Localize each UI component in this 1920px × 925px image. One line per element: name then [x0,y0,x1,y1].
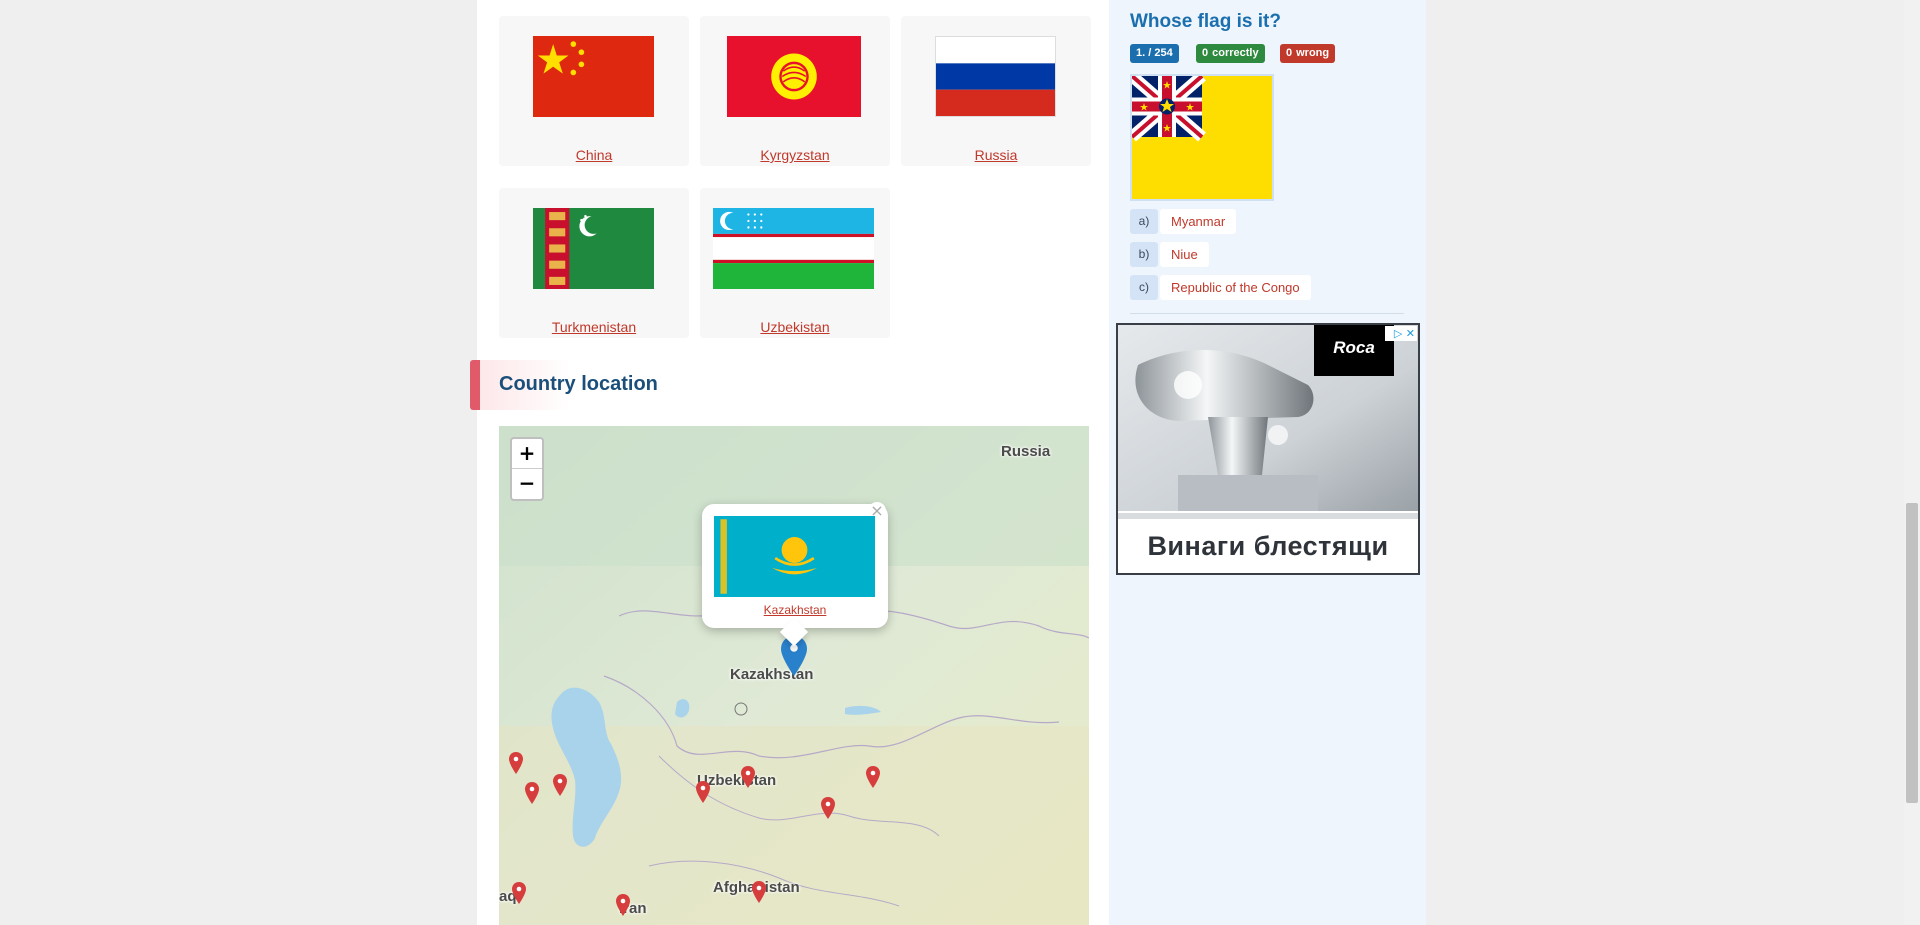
turkmenistan-flag [533,208,654,289]
map-marker-icon[interactable] [696,781,710,803]
quiz-title: Whose flag is it? [1130,11,1281,32]
wrong-badge: 0 wrong [1280,44,1336,63]
map-marker-icon[interactable] [553,774,567,796]
neighbour-card-turkmenistan[interactable]: Turkmenistan [499,188,689,338]
zoom-out-button[interactable]: − [512,469,542,499]
neighbour-card-kyrgyzstan[interactable]: Kyrgyzstan [700,16,890,166]
map-label-russia: Russia [1001,443,1051,460]
zoom-control: + − [510,437,544,501]
uzbekistan-flag [713,208,874,289]
kyrgyzstan-flag [727,36,861,117]
niue-flag [1130,74,1274,201]
country-link-russia[interactable]: Russia [901,146,1091,164]
neighbour-card-russia[interactable]: Russia [901,16,1091,166]
kazakhstan-flag [714,516,875,597]
map-marker-icon[interactable] [509,752,523,774]
divider [1130,313,1404,314]
roca-logo: Roca [1314,325,1394,376]
answer-letter: a) [1130,209,1158,234]
ad-slogan: Винаги блестящи [1118,519,1418,573]
map-marker-icon[interactable] [512,882,526,904]
adchoices-icon[interactable]: ▷ ✕ [1385,326,1417,341]
progress-badge: 1. / 254 [1130,44,1179,63]
country-link-turkmenistan[interactable]: Turkmenistan [499,318,689,336]
correct-badge: 0 correctly [1196,44,1265,63]
advertisement[interactable]: Roca ▷ ✕ Винаги блестящи [1116,323,1420,575]
section-title: Country location [499,373,658,395]
answer-letter: b) [1130,242,1158,267]
country-map[interactable]: + − Russia Kazakhstan Uzbekistan Afghani… [499,426,1089,925]
scrollbar-thumb[interactable] [1906,503,1918,803]
answer-letter: c) [1130,275,1158,300]
page-scrollbar[interactable] [1904,0,1920,925]
neighbour-card-uzbekistan[interactable]: Uzbekistan [700,188,890,338]
map-marker-icon[interactable] [821,797,835,819]
map-marker-icon[interactable] [866,766,880,788]
map-marker-icon[interactable] [616,894,630,916]
map-marker-icon[interactable] [752,881,766,903]
china-flag [533,36,654,117]
section-heading: Country location [470,360,770,410]
map-popup: × Kazakhstan [702,502,888,647]
neighbour-card-china[interactable]: China [499,16,689,166]
answer-text[interactable]: Niue [1160,242,1209,267]
zoom-in-button[interactable]: + [512,439,542,469]
popup-country-link[interactable]: Kazakhstan [702,603,888,617]
country-link-china[interactable]: China [499,146,689,164]
answer-text[interactable]: Myanmar [1160,209,1237,234]
heading-accent [470,360,480,410]
country-link-uzbekistan[interactable]: Uzbekistan [700,318,890,336]
russia-flag [935,36,1056,117]
map-marker-icon[interactable] [525,782,539,804]
country-link-kyrgyzstan[interactable]: Kyrgyzstan [700,146,890,164]
answer-text[interactable]: Republic of the Congo [1160,275,1311,300]
map-marker-icon[interactable] [741,766,755,788]
